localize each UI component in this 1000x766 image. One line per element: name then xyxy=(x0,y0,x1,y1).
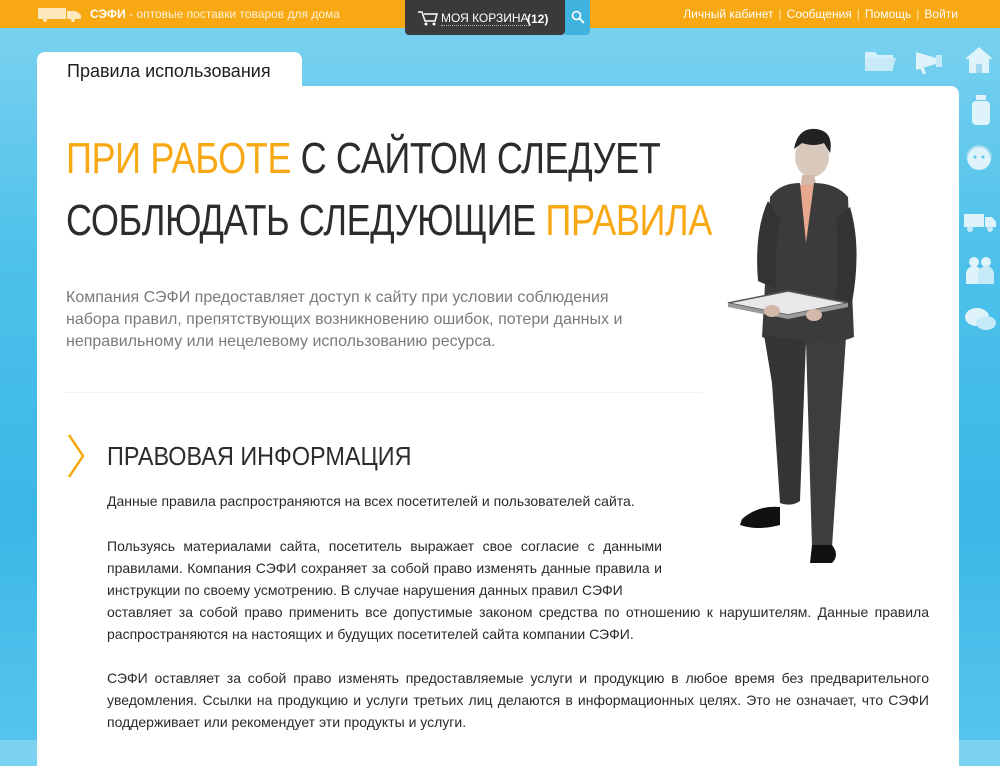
cart-label: МОЯ КОРЗИНА xyxy=(441,11,529,26)
businessman-photo xyxy=(727,128,857,563)
search-button[interactable] xyxy=(565,0,590,35)
divider xyxy=(66,392,702,393)
truck-logo-icon[interactable] xyxy=(38,6,84,22)
headline-line-2: СОБЛЮДАТЬ СЛЕДУЮЩИЕ ПРАВИЛА xyxy=(66,190,712,252)
tab-label: Правила использования xyxy=(67,61,271,81)
brand-name: СЭФИ xyxy=(90,7,126,21)
brand-tagline: - оптовые поставки товаров для дома xyxy=(125,7,340,21)
headline-accent: ПРАВИЛА xyxy=(545,196,712,245)
top-bar: СЭФИ - оптовые поставки товаров для дома… xyxy=(0,0,1000,35)
section-title: ПРАВОВАЯ ИНФОРМАЦИЯ xyxy=(107,441,412,471)
support-icon[interactable] xyxy=(961,142,997,174)
truck-icon[interactable] xyxy=(962,205,998,237)
separator: | xyxy=(778,7,782,21)
chat-icon[interactable] xyxy=(962,304,998,336)
paragraph: Пользуясь материалами сайта, посетитель … xyxy=(107,538,662,598)
cart-count: (12) xyxy=(527,12,549,26)
chevron-right-icon xyxy=(67,434,85,478)
headline-line-1: ПРИ РАБОТЕ С САЙТОМ СЛЕДУЕТ xyxy=(66,128,712,190)
intro-text: Компания СЭФИ предоставляет доступ к сай… xyxy=(66,289,623,350)
search-icon xyxy=(571,10,585,24)
folder-icon[interactable] xyxy=(862,44,898,76)
cart-icon xyxy=(418,11,438,26)
headline-text: СОБЛЮДАТЬ СЛЕДУЮЩИЕ xyxy=(66,196,546,245)
bottle-icon[interactable] xyxy=(963,94,999,126)
headline-text: С САЙТОМ СЛЕДУЕТ xyxy=(291,134,661,183)
people-icon[interactable] xyxy=(962,254,998,286)
link-account[interactable]: Личный кабинет xyxy=(683,7,773,21)
megaphone-icon[interactable] xyxy=(912,44,948,76)
separator: | xyxy=(856,7,860,21)
separator: | xyxy=(916,7,920,21)
paragraph: СЭФИ оставляет за собой право изменять п… xyxy=(107,670,929,730)
paragraph: оставляет за собой право применить все д… xyxy=(107,604,929,642)
cart-button[interactable]: МОЯ КОРЗИНА (12) xyxy=(405,0,565,35)
tab-rules[interactable]: Правила использования xyxy=(37,52,302,92)
paragraph: Данные правила распространяются на всех … xyxy=(107,493,635,509)
page-headline: ПРИ РАБОТЕ С САЙТОМ СЛЕДУЕТ СОБЛЮДАТЬ СЛ… xyxy=(66,128,712,252)
brand[interactable]: СЭФИ - оптовые поставки товаров для дома xyxy=(90,7,340,21)
headline-accent: ПРИ РАБОТЕ xyxy=(66,134,292,183)
link-messages[interactable]: Сообщения xyxy=(787,7,852,21)
link-login[interactable]: Войти xyxy=(924,7,958,21)
top-links: Личный кабинет | Сообщения | Помощь | Войти xyxy=(683,7,958,21)
link-help[interactable]: Помощь xyxy=(865,7,911,21)
home-icon[interactable] xyxy=(961,44,997,76)
